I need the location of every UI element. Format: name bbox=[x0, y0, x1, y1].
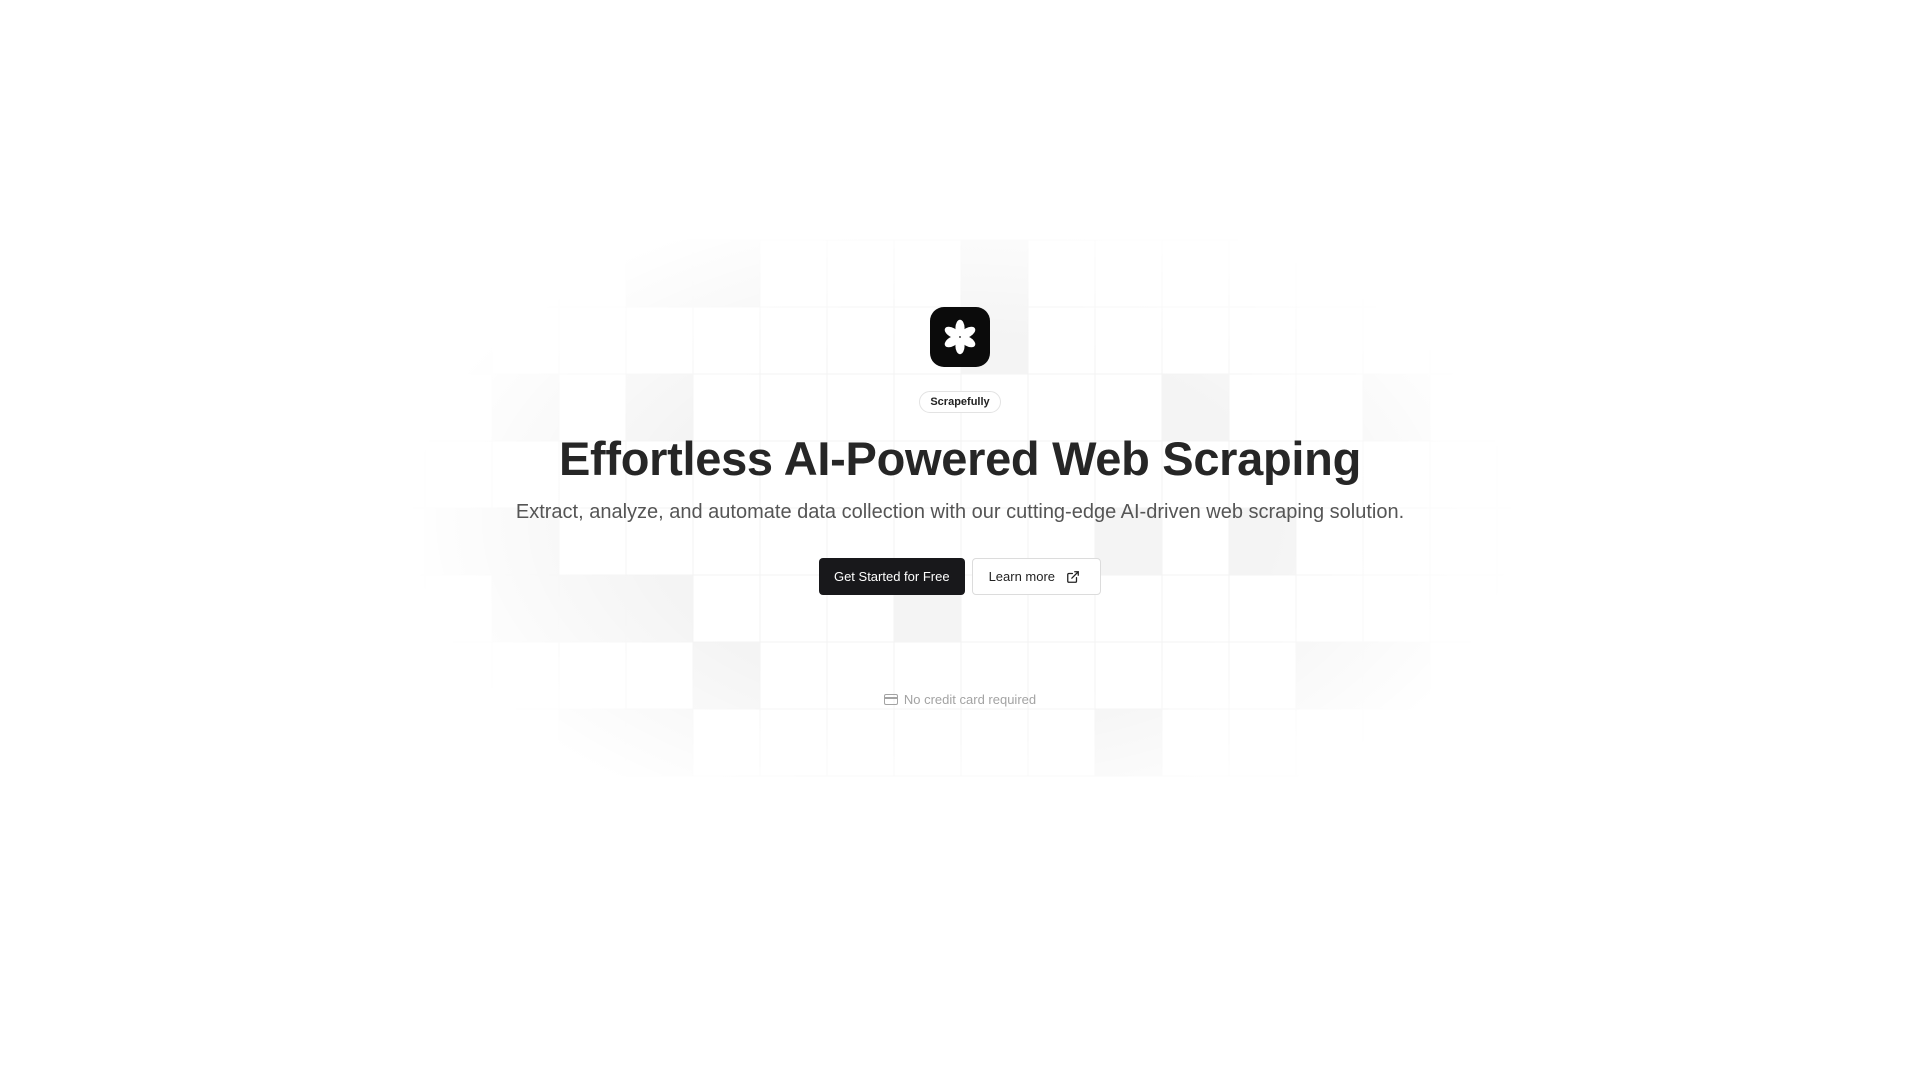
grid-cell bbox=[625, 708, 694, 777]
grid-cell bbox=[1094, 708, 1163, 777]
grid-cell bbox=[1295, 708, 1364, 777]
asterisk-flower-icon bbox=[944, 319, 976, 355]
grid-cell bbox=[1094, 239, 1163, 308]
brand-badge: Scrapefully bbox=[919, 391, 1001, 413]
grid-cell bbox=[960, 239, 1029, 308]
grid-cell bbox=[558, 239, 627, 308]
grid-cell bbox=[491, 239, 560, 308]
learn-more-button[interactable]: Learn more bbox=[971, 558, 1102, 595]
grid-cell bbox=[1429, 239, 1498, 308]
grid-cell bbox=[826, 708, 895, 777]
grid-cell bbox=[1496, 708, 1565, 777]
logo bbox=[930, 307, 990, 367]
grid-cell bbox=[357, 239, 426, 308]
hero-section: Scrapefully Effortless AI-Powered Web Sc… bbox=[0, 307, 1920, 707]
grid-cell bbox=[893, 239, 962, 308]
grid-cell bbox=[424, 239, 493, 308]
grid-cell bbox=[1563, 239, 1632, 308]
grid-cell bbox=[893, 708, 962, 777]
grid-cell bbox=[1228, 239, 1297, 308]
grid-cell bbox=[759, 239, 828, 308]
grid-cell bbox=[625, 239, 694, 308]
grid-cell bbox=[1362, 239, 1431, 308]
external-link-icon bbox=[1067, 570, 1079, 583]
grid-cell bbox=[558, 708, 627, 777]
grid-cell bbox=[1295, 239, 1364, 308]
no-credit-card-text: No credit card required bbox=[903, 692, 1037, 707]
hero-actions: Get Started for Free Learn more bbox=[818, 558, 1102, 595]
grid-cell bbox=[826, 239, 895, 308]
grid-cell bbox=[1027, 708, 1096, 777]
grid-cell bbox=[692, 239, 761, 308]
grid-cell bbox=[1496, 239, 1565, 308]
learn-more-label: Learn more bbox=[988, 569, 1056, 584]
grid-cell bbox=[1563, 708, 1632, 777]
grid-cell bbox=[960, 708, 1029, 777]
page-title: Effortless AI-Powered Web Scraping bbox=[558, 432, 1362, 485]
grid-cell bbox=[1362, 708, 1431, 777]
get-started-button[interactable]: Get Started for Free bbox=[818, 558, 965, 595]
no-credit-card-note: No credit card required bbox=[883, 692, 1037, 707]
credit-card-icon bbox=[883, 694, 898, 705]
grid-cell bbox=[759, 708, 828, 777]
grid-cell bbox=[357, 708, 426, 777]
grid-cell bbox=[491, 708, 560, 777]
get-started-label: Get Started for Free bbox=[833, 569, 950, 584]
grid-cell bbox=[424, 708, 493, 777]
grid-cell bbox=[1027, 239, 1096, 308]
grid-cell bbox=[1429, 708, 1498, 777]
grid-cell bbox=[1161, 708, 1230, 777]
grid-cell bbox=[1228, 708, 1297, 777]
page-subtitle: Extract, analyze, and automate data coll… bbox=[515, 501, 1405, 523]
landing-page: Scrapefully Effortless AI-Powered Web Sc… bbox=[0, 0, 1920, 1080]
grid-cell bbox=[1161, 239, 1230, 308]
grid-cell bbox=[692, 708, 761, 777]
